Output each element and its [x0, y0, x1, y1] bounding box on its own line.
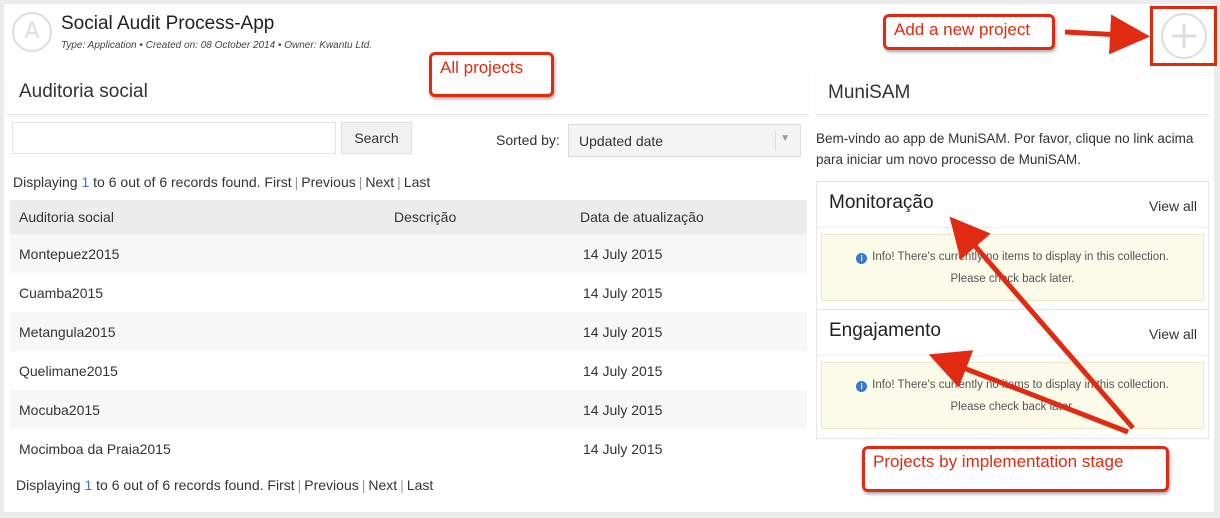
- arrow-to-engajamento: [928, 350, 1129, 435]
- annotation-arrows: [928, 14, 1150, 435]
- callout-implementation-stage: Projects by implementation stage: [862, 446, 1169, 492]
- callout-add-project: Add a new project: [883, 14, 1055, 50]
- callout-all-projects: All projects: [429, 52, 554, 97]
- arrow-to-add-button: [1064, 14, 1150, 55]
